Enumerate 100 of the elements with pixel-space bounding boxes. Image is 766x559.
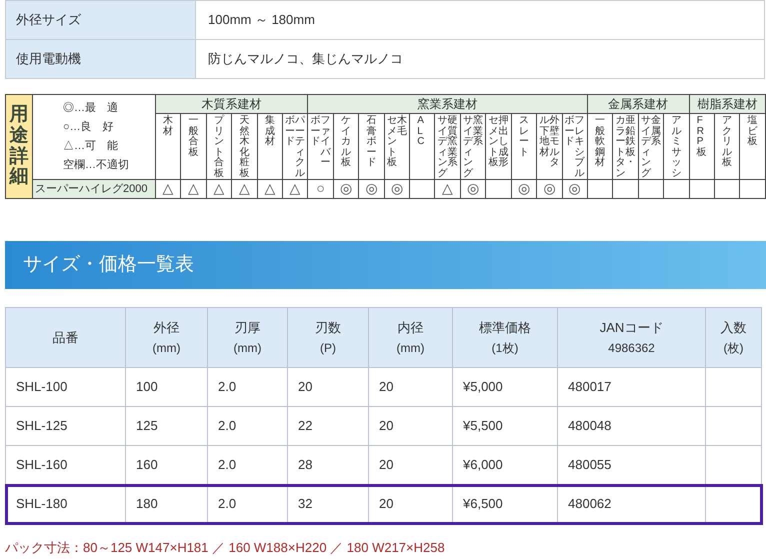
rating-mark: ○: [316, 180, 325, 196]
column-label: FRP板: [696, 116, 707, 158]
table-cell: SHL-180: [16, 496, 68, 512]
column-header: 内径: [396, 318, 424, 336]
table-cell: 2.0: [218, 496, 236, 512]
column-label: ル下地材: [539, 116, 550, 160]
column-label: 石膏ボード: [366, 116, 376, 168]
table-cell: 20: [379, 379, 394, 394]
rating-mark: △: [238, 180, 250, 196]
table-cell: 2.0: [218, 418, 236, 434]
column-label: サイディング: [463, 116, 474, 179]
rating-mark: ◎: [543, 180, 556, 196]
table-cell: 160: [136, 457, 158, 472]
table-cell: 28: [298, 457, 312, 472]
group-header: 樹脂系建材: [689, 94, 766, 114]
column-unit: (1枚): [490, 340, 520, 356]
column-unit: (mm): [232, 340, 262, 356]
column-header: 入数: [720, 318, 748, 336]
column-label: ボード: [310, 116, 321, 148]
table-cell: 480062: [568, 496, 612, 512]
table-cell: ¥5,000: [463, 379, 503, 394]
rating-mark: △: [264, 180, 276, 196]
table-cell: 20: [298, 379, 312, 394]
pack-size-note: パック寸法：80～125 W147×H181 ／ 160 W188×H220 ／ 180 W217×H258: [5, 539, 446, 557]
rating-mark: △: [188, 180, 200, 196]
column-label: 窯業系: [473, 116, 484, 149]
rating-mark: ◎: [568, 180, 581, 196]
legend-text: ◎…最 適: [63, 100, 119, 116]
table-cell: 100: [136, 379, 158, 394]
usage-title: 用途詳細: [10, 104, 28, 188]
rating-mark: △: [214, 180, 225, 196]
column-header: 品番: [52, 328, 80, 346]
row-label: 外径サイズ: [6, 0, 196, 40]
group-header: 金属系建材: [587, 94, 690, 114]
column-header: 外径: [152, 318, 180, 336]
rating-mark: ◎: [518, 180, 530, 196]
column-label: 外壁モルタ: [549, 116, 560, 168]
column-label: 硬質窯業系: [448, 116, 458, 170]
rating-mark: △: [162, 180, 174, 196]
column-label: セメント板: [386, 116, 397, 168]
rating-mark: ◎: [340, 180, 352, 196]
column-label: 木材: [163, 116, 174, 137]
column-label: 木毛: [396, 116, 407, 138]
column-label: ファイバー: [320, 116, 331, 168]
table-cell: ¥5,500: [463, 418, 503, 434]
column-label: ALC: [417, 116, 426, 148]
table-cell: 20: [379, 496, 394, 512]
table-cell: 20: [379, 418, 394, 434]
column-header: JANコード: [598, 318, 664, 336]
rating-mark: △: [442, 180, 454, 196]
table-cell: 2.0: [218, 379, 236, 394]
column-header: 刃厚: [234, 318, 262, 336]
column-unit: (mm): [396, 340, 426, 356]
table-cell: ¥6,000: [463, 457, 503, 472]
column-header: 標準価格: [478, 318, 532, 336]
column-label: サイディング: [640, 116, 651, 179]
column-label: 塩ビ板: [748, 116, 758, 148]
table-cell: 480017: [568, 379, 612, 394]
table-cell: ¥6,500: [463, 496, 503, 512]
table-cell: SHL-160: [16, 457, 68, 472]
table-cell: 480048: [568, 418, 612, 434]
table-cell: 480055: [568, 457, 612, 472]
row-value: 100mm ～ 180mm: [196, 0, 764, 40]
column-header: 刃数: [314, 318, 342, 336]
column-label: 天然木化粧板: [239, 116, 250, 179]
column-label: 一般軟鋼材: [595, 116, 606, 168]
column-unit: (枚): [722, 340, 744, 356]
column-label: 押出し成形: [498, 116, 508, 168]
column-label: セメント板: [488, 116, 498, 168]
column-label: パーティクル: [295, 116, 306, 179]
banner-title: サイズ・価格一覧表: [23, 252, 194, 277]
column-label: ボード: [564, 116, 575, 149]
table-cell: 32: [298, 496, 312, 512]
table-cell: 180: [136, 496, 158, 512]
column-unit: (P): [319, 340, 337, 356]
table-cell: 20: [379, 457, 394, 472]
table-cell: 2.0: [218, 457, 236, 472]
column-label: アルミサッシ: [671, 116, 682, 179]
group-header: 木質系建材: [156, 94, 308, 114]
row-label: 使用電動機: [6, 40, 196, 78]
row-value: 防じんマルノコ、集じんマルノコ: [196, 40, 764, 78]
selected-row[interactable]: SHL-180 180 2.0 32 20 ¥6,500 480062: [6, 484, 762, 524]
column-unit: (mm): [152, 340, 182, 356]
product-name: スーパーハイレグ2000: [32, 180, 156, 198]
legend-text: 空欄…不適切: [63, 158, 130, 173]
column-label: 集成材: [264, 116, 275, 148]
column-label: 亜鉛鉄板・: [626, 116, 636, 170]
table-cell: 22: [298, 418, 312, 434]
column-label: スレート: [518, 116, 529, 158]
rating-mark: ◎: [365, 180, 378, 196]
rating-mark: ◎: [467, 180, 480, 196]
column-label: カラートタン: [616, 116, 626, 179]
table-cell: SHL-125: [16, 418, 68, 434]
rating-mark: ◎: [390, 180, 403, 196]
table-cell: SHL-100: [16, 379, 68, 394]
rating-mark: △: [290, 180, 301, 196]
legend-text: ○…良 好: [63, 120, 115, 135]
table-cell: 125: [136, 418, 158, 434]
column-unit: 4986362: [607, 340, 656, 356]
column-label: 金属系: [650, 116, 661, 149]
